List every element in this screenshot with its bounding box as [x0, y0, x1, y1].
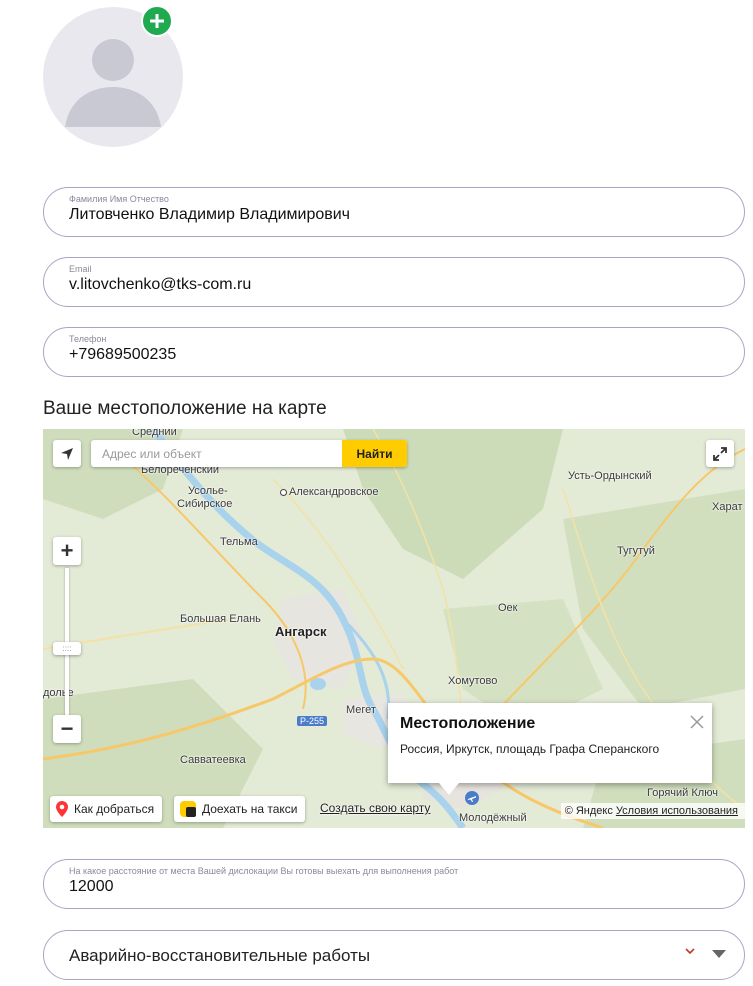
plus-icon — [150, 14, 164, 28]
taxi-icon — [180, 801, 196, 817]
place-usolye-line2: Сибирское — [177, 498, 233, 510]
email-value[interactable]: v.litovchenko@tks-com.ru — [69, 276, 251, 294]
map-search: Найти — [91, 440, 407, 467]
taxi-button[interactable]: Доехать на такси — [174, 796, 306, 822]
zoom-in-button[interactable]: + — [53, 537, 81, 565]
fullname-field[interactable]: Фамилия Имя Отчество Литовченко Владимир… — [43, 187, 745, 237]
balloon-address: Россия, Иркутск, площадь Графа Сперанско… — [400, 742, 660, 756]
add-photo-button[interactable] — [141, 5, 173, 37]
phone-field[interactable]: Телефон +79689500235 — [43, 327, 745, 377]
distance-field[interactable]: На какое расстояние от места Вашей дисло… — [43, 859, 745, 909]
geolocation-arrow-icon — [61, 447, 73, 460]
place-bolshaya-elan: Большая Елань — [180, 613, 261, 625]
phone-label: Телефон — [69, 334, 107, 344]
copyright-text: © Яндекс — [564, 805, 613, 817]
fullname-label: Фамилия Имя Отчество — [69, 194, 169, 204]
geolocation-button[interactable] — [53, 440, 81, 467]
email-label: Email — [69, 264, 92, 274]
chevron-down-icon — [712, 950, 726, 958]
place-ust-ordynskii: Усть-Ордынский — [568, 470, 652, 482]
distance-value[interactable]: 12000 — [69, 878, 114, 896]
fullname-value[interactable]: Литовченко Владимир Владимирович — [69, 206, 350, 224]
place-savvateevka: Савватеевка — [180, 754, 246, 766]
place-usolye-line1: Усолье- — [188, 485, 228, 497]
place-angarsk: Ангарск — [275, 624, 327, 639]
work-type-value: Аварийно-восстановительные работы — [69, 946, 371, 965]
taxi-button-label: Доехать на такси — [202, 802, 298, 816]
work-type-select[interactable]: Аварийно-восстановительные работы — [43, 930, 745, 980]
fullscreen-button[interactable] — [706, 440, 734, 467]
email-field[interactable]: Email v.litovchenko@tks-com.ru — [43, 257, 745, 307]
expand-icon — [713, 446, 727, 461]
place-telma: Тельма — [220, 536, 258, 548]
place-goryachii-klyuch: Горячий Ключ — [647, 787, 718, 799]
balloon-tail — [439, 783, 459, 795]
distance-label: На какое расстояние от места Вашей дисло… — [69, 866, 459, 876]
place-khomutovo: Хомутово — [448, 675, 498, 687]
map-copyright: © Яндекс Условия использования — [560, 803, 745, 819]
close-icon[interactable] — [688, 713, 706, 731]
zoom-slider-handle[interactable]: :::: — [53, 642, 81, 655]
phone-value[interactable]: +79689500235 — [69, 346, 176, 364]
location-balloon: Местоположение Россия, Иркутск, площадь … — [388, 703, 712, 783]
route-button[interactable]: Как добраться — [50, 796, 163, 822]
place-molodezhnyi: Молодёжный — [459, 812, 527, 824]
place-srednii: Средний — [132, 429, 177, 438]
map-section-title: Ваше местоположение на карте — [43, 398, 327, 419]
place-aleksandrovskoe: Александровское — [280, 486, 379, 498]
place-aleksandrovskoe-label: Александровское — [289, 486, 379, 498]
road-label-r255: Р-255 — [297, 716, 328, 726]
place-meget: Мегет — [346, 704, 376, 716]
balloon-title: Местоположение — [400, 715, 536, 732]
route-button-label: Как добраться — [74, 802, 155, 816]
terms-link[interactable]: Условия использования — [616, 805, 738, 817]
validation-check-icon — [685, 948, 695, 955]
map-search-button[interactable]: Найти — [342, 440, 407, 467]
place-kharat: Харат — [712, 501, 743, 513]
map-pin-icon — [56, 801, 68, 817]
place-tugutui: Тугутуй — [617, 545, 655, 557]
place-oek: Оек — [498, 602, 518, 614]
zoom-out-button[interactable]: − — [53, 715, 81, 743]
location-map[interactable]: Средний Белореченский Усолье- Сибирское … — [43, 429, 745, 828]
create-map-link[interactable]: Создать свою карту — [320, 801, 430, 815]
airport-icon — [465, 791, 479, 805]
map-search-input[interactable] — [91, 440, 341, 467]
